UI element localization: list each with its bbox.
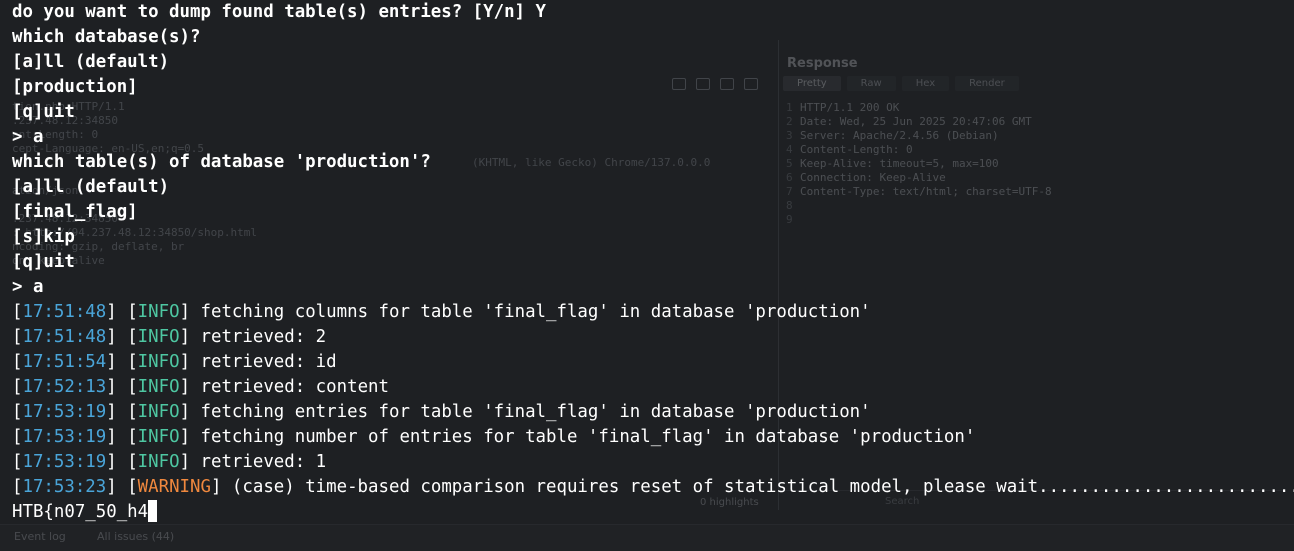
prompt-line: which database(s)? [12, 27, 201, 47]
terminal-output: do you want to dump found table(s) entri… [12, 0, 1294, 525]
prompt-line: [a]ll (default) [12, 177, 170, 197]
log-timestamp: 17:53:19 [22, 427, 107, 447]
log-message: retrieved: 2 [200, 327, 327, 347]
log-level: INFO [137, 452, 180, 472]
log-message: retrieved: id [200, 352, 337, 372]
prompt-line: do you want to dump found table(s) entri… [12, 2, 546, 22]
log-timestamp: 17:52:13 [22, 377, 107, 397]
log-message: fetching entries for table 'final_flag' … [200, 402, 871, 422]
prompt-line: [q]uit [12, 252, 75, 272]
log-level: INFO [137, 402, 180, 422]
log-level: INFO [137, 427, 180, 447]
prompt-line: [q]uit [12, 102, 75, 122]
log-timestamp: 17:51:54 [22, 352, 107, 372]
log-line: [17:53:19] [INFO] fetching entries for t… [12, 402, 871, 422]
flag-output-line: HTB{n07_50_h4 [12, 500, 1294, 525]
prompt-line: which table(s) of database 'production'? [12, 152, 431, 172]
event-log-tab: Event log [14, 530, 66, 543]
log-level: INFO [137, 302, 180, 322]
flag-output: HTB{n07_50_h4 [12, 502, 149, 522]
terminal-cursor [148, 500, 158, 522]
log-line: [17:52:13] [INFO] retrieved: content [12, 377, 389, 397]
log-timestamp: 17:53:19 [22, 452, 107, 472]
prompt-line: > a [12, 277, 44, 297]
log-line: [17:51:54] [INFO] retrieved: id [12, 352, 337, 372]
log-message: (case) time-based comparison requires re… [231, 477, 1294, 497]
all-issues-tab: All issues (44) [97, 530, 175, 543]
log-level: INFO [137, 352, 180, 372]
log-line: [17:51:48] [INFO] fetching columns for t… [12, 302, 871, 322]
log-timestamp: 17:53:23 [22, 477, 107, 497]
prompt-line: > a [12, 127, 44, 147]
log-message: retrieved: 1 [200, 452, 327, 472]
terminal-window[interactable]: tion.php HTTP/1.1.237.48.12:34850 ent-Len… [0, 0, 1294, 551]
log-level: WARNING [137, 477, 211, 497]
log-timestamp: 17:51:48 [22, 327, 107, 347]
log-line: [17:51:48] [INFO] retrieved: 2 [12, 327, 327, 347]
prompt-line: [production] [12, 77, 138, 97]
log-level: INFO [137, 327, 180, 347]
log-timestamp: 17:51:48 [22, 302, 107, 322]
log-timestamp: 17:53:19 [22, 402, 107, 422]
log-line: [17:53:23] [WARNING] (case) time-based c… [12, 475, 1294, 500]
log-message: fetching number of entries for table 'fi… [200, 427, 976, 447]
prompt-line: [a]ll (default) [12, 52, 170, 72]
bottom-status-bar [0, 524, 1294, 551]
prompt-line: [final_flag] [12, 202, 138, 222]
log-level: INFO [137, 377, 180, 397]
log-line: [17:53:19] [INFO] retrieved: 1 [12, 452, 327, 472]
log-message: fetching columns for table 'final_flag' … [200, 302, 871, 322]
log-message: retrieved: content [200, 377, 389, 397]
prompt-line: [s]kip [12, 227, 75, 247]
log-line: [17:53:19] [INFO] fetching number of ent… [12, 427, 976, 447]
